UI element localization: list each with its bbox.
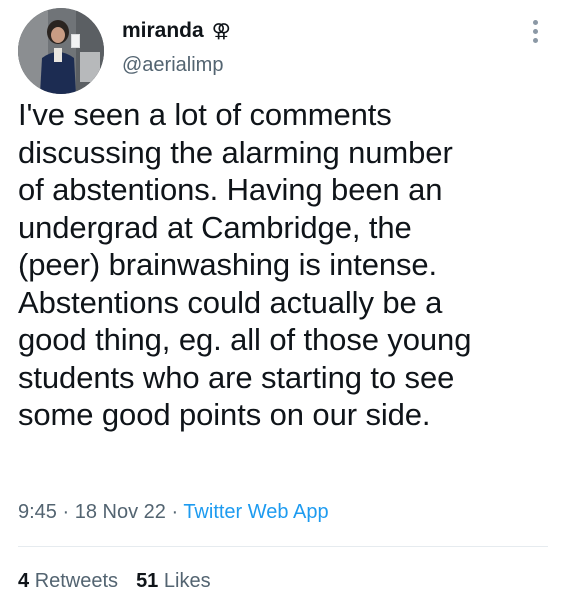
more-options-button[interactable] [527,20,543,48]
tweet-text: I've seen a lot of comments discussing t… [18,96,548,434]
tweet-text-line: some good points on our side. [18,397,431,432]
avatar[interactable] [18,8,104,94]
tweet-time[interactable]: 9:45 [18,501,57,523]
more-dot [532,38,538,43]
tweet-text-line: I've seen a lot of comments [18,97,392,132]
tweet-text-line: discussing the alarming number [18,134,453,170]
likes-stat[interactable]: 51 Likes [136,570,211,592]
more-dot [532,29,538,34]
meta-separator: · [56,501,75,523]
name-symbol: ⚢ [211,20,231,42]
source-app-link[interactable]: Twitter Web App [183,501,328,523]
tweet-meta: 9:45 · 18 Nov 22 · Twitter Web App [18,501,329,524]
likes-count: 51 [136,570,159,592]
retweets-count: 4 [18,570,30,592]
divider [18,546,548,547]
author-block: miranda ⚢ @aerialimp [122,16,231,77]
meta-separator: · [165,501,184,523]
tweet-text-line: (peer) brainwashing is intense. [18,247,438,282]
tweet-text-line: Abstentions could actually be a [18,284,443,320]
tweet-text-line: undergrad at Cambridge, the [18,209,412,245]
user-handle[interactable]: @aerialimp [122,54,231,77]
display-name[interactable]: miranda [122,19,204,43]
tweet-card: miranda ⚢ @aerialimp I've seen a lot of … [0,0,565,600]
retweets-label: Retweets [34,570,119,592]
tweet-text-line: of abstentions. Having been an [18,172,443,207]
tweet-text-line: good thing, eg. all of those young [18,322,472,357]
engagement-stats: 4 Retweets 51 Likes [18,570,211,593]
likes-label: Likes [163,570,211,592]
tweet-date[interactable]: 18 Nov 22 [75,501,166,523]
more-vertical-icon [532,20,538,25]
name-row: miranda ⚢ [122,16,231,46]
tweet-text-line: students who are starting to see [18,359,455,395]
retweets-stat[interactable]: 4 Retweets [18,570,118,592]
